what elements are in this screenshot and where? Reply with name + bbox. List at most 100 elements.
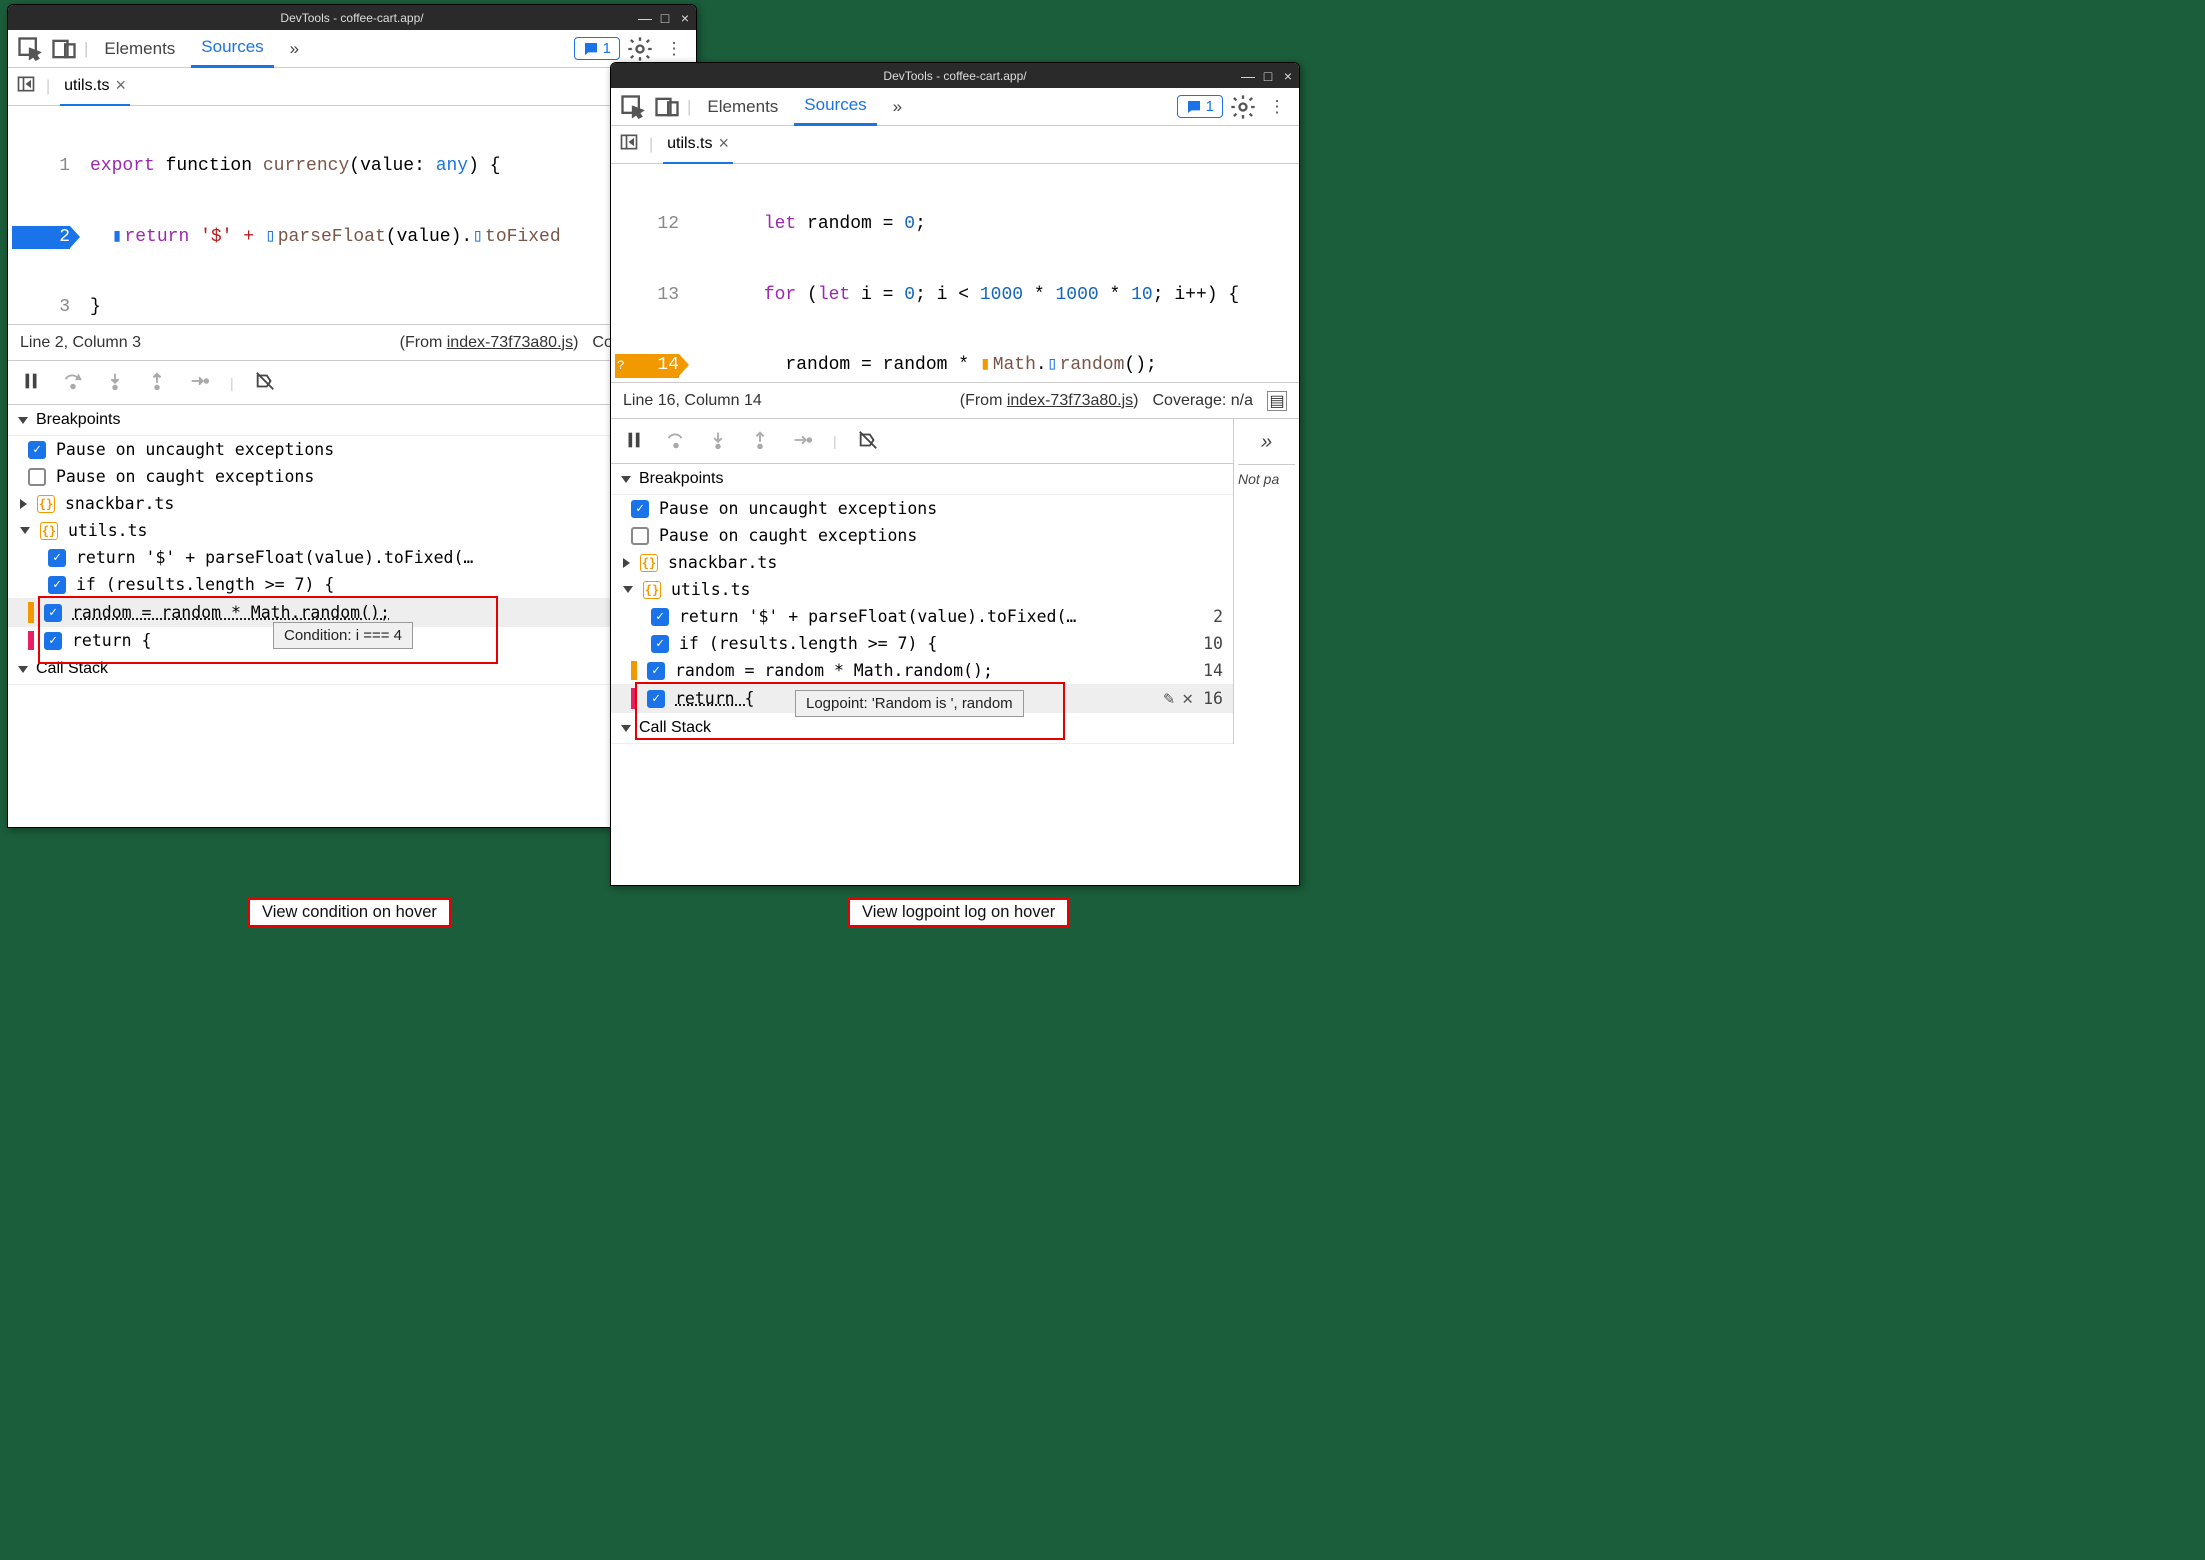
checkbox-icon[interactable] bbox=[631, 527, 649, 545]
status-bar: Line 16, Column 14 (From index-73f73a80.… bbox=[611, 382, 1299, 418]
breakpoint-row[interactable]: ✓ return '$' + parseFloat(value).toFixed… bbox=[611, 603, 1233, 630]
checkbox-icon[interactable]: ✓ bbox=[631, 500, 649, 518]
breakpoint-row[interactable]: ✓ random = random * Math.random(); 14 bbox=[611, 657, 1233, 684]
maximize-icon[interactable]: □ bbox=[1261, 68, 1275, 84]
edit-icon[interactable]: ✎ bbox=[1163, 688, 1174, 709]
inspect-icon[interactable] bbox=[619, 93, 647, 121]
maximize-icon[interactable]: □ bbox=[658, 10, 672, 26]
coverage-label: Coverage: n/a bbox=[1152, 392, 1253, 410]
messages-badge[interactable]: 1 bbox=[574, 37, 620, 60]
checkbox-icon[interactable]: ✓ bbox=[647, 662, 665, 680]
device-toggle-icon[interactable] bbox=[50, 35, 78, 63]
file-tab-utils[interactable]: utils.ts × bbox=[60, 67, 130, 106]
titlebar: DevTools - coffee-cart.app/ — □ × bbox=[611, 63, 1299, 88]
deactivate-breakpoints-icon[interactable] bbox=[857, 429, 879, 454]
nav-pane-icon[interactable] bbox=[16, 74, 36, 99]
tab-elements[interactable]: Elements bbox=[94, 31, 185, 67]
ts-file-icon: {} bbox=[640, 554, 658, 572]
messages-count: 1 bbox=[603, 40, 611, 57]
tab-sources[interactable]: Sources bbox=[794, 87, 876, 126]
tab-elements[interactable]: Elements bbox=[697, 89, 788, 125]
cursor-position: Line 2, Column 3 bbox=[20, 334, 141, 352]
file-tabs: | utils.ts × bbox=[8, 68, 696, 106]
file-group-snackbar[interactable]: {} snackbar.ts bbox=[8, 490, 696, 517]
titlebar: DevTools - coffee-cart.app/ — □ × bbox=[8, 5, 696, 30]
step-icon[interactable] bbox=[791, 429, 813, 454]
minimize-icon[interactable]: — bbox=[638, 10, 652, 26]
checkbox-icon[interactable] bbox=[28, 468, 46, 486]
tab-more[interactable]: » bbox=[883, 89, 912, 125]
debugger-toolbar: | bbox=[8, 360, 696, 404]
expand-sidebar-icon[interactable]: » bbox=[1238, 427, 1295, 458]
chevron-down-icon bbox=[20, 527, 30, 534]
ts-file-icon: {} bbox=[37, 495, 55, 513]
breakpoints-section-header[interactable]: Breakpoints bbox=[611, 464, 1233, 495]
step-over-icon[interactable] bbox=[62, 370, 84, 395]
main-tabs: | Elements Sources » 1 ⋮ bbox=[611, 88, 1299, 126]
checkbox-icon[interactable]: ✓ bbox=[28, 441, 46, 459]
pause-uncaught-row[interactable]: ✓ Pause on uncaught exceptions bbox=[611, 495, 1233, 522]
close-icon[interactable]: × bbox=[116, 75, 127, 96]
source-map-link[interactable]: index-73f73a80.js bbox=[1007, 392, 1133, 409]
step-icon[interactable] bbox=[188, 370, 210, 395]
close-icon[interactable]: × bbox=[678, 10, 692, 26]
step-into-icon[interactable] bbox=[707, 429, 729, 454]
file-tabs: | utils.ts × bbox=[611, 126, 1299, 164]
code-editor[interactable]: 1 2 3 4 5 6 7 8 9 export function curren… bbox=[8, 106, 696, 324]
step-out-icon[interactable] bbox=[146, 370, 168, 395]
debugger-panel: Breakpoints ✓ Pause on uncaught exceptio… bbox=[611, 463, 1233, 744]
file-group-utils[interactable]: {} utils.ts bbox=[611, 576, 1233, 603]
checkbox-icon[interactable]: ✓ bbox=[48, 576, 66, 594]
tab-sources[interactable]: Sources bbox=[191, 29, 273, 68]
code-editor[interactable]: 12 13 ?14 15 ‥16 17 18 19 20 let random … bbox=[611, 164, 1299, 382]
checkbox-icon[interactable]: ✓ bbox=[651, 635, 669, 653]
caption-right: View logpoint log on hover bbox=[848, 898, 1069, 927]
checkbox-icon[interactable]: ✓ bbox=[48, 549, 66, 567]
pause-icon[interactable] bbox=[20, 370, 42, 395]
source-map-link[interactable]: index-73f73a80.js bbox=[447, 334, 573, 351]
logpoint-tooltip: Logpoint: 'Random is ', random bbox=[795, 690, 1024, 717]
file-tab-utils[interactable]: utils.ts × bbox=[663, 125, 733, 164]
checkbox-icon[interactable]: ✓ bbox=[651, 608, 669, 626]
ts-file-icon: {} bbox=[643, 581, 661, 599]
gutter[interactable]: 12 13 ?14 15 ‥16 17 18 19 20 bbox=[611, 164, 687, 382]
deactivate-breakpoints-icon[interactable] bbox=[254, 370, 276, 395]
close-icon[interactable]: × bbox=[719, 133, 730, 154]
chevron-down-icon bbox=[18, 666, 28, 673]
file-group-utils[interactable]: {} utils.ts bbox=[8, 517, 696, 544]
devtools-window-2: DevTools - coffee-cart.app/ — □ × | Elem… bbox=[610, 62, 1300, 886]
settings-icon[interactable] bbox=[1229, 93, 1257, 121]
file-tab-label: utils.ts bbox=[667, 135, 712, 153]
breakpoint-row[interactable]: ✓ if (results.length >= 7) { 10 bbox=[611, 630, 1233, 657]
minimize-icon[interactable]: — bbox=[1241, 68, 1255, 84]
settings-icon[interactable] bbox=[626, 35, 654, 63]
nav-pane-icon[interactable] bbox=[619, 132, 639, 157]
gutter[interactable]: 1 2 3 4 5 6 7 8 9 bbox=[8, 106, 78, 324]
window-title: DevTools - coffee-cart.app/ bbox=[883, 69, 1026, 83]
pause-caught-row[interactable]: Pause on caught exceptions bbox=[8, 463, 696, 490]
close-icon[interactable]: × bbox=[1281, 68, 1295, 84]
file-group-snackbar[interactable]: {} snackbar.ts bbox=[611, 549, 1233, 576]
step-into-icon[interactable] bbox=[104, 370, 126, 395]
device-toggle-icon[interactable] bbox=[653, 93, 681, 121]
debugger-toolbar: | bbox=[611, 419, 1233, 463]
pause-caught-row[interactable]: Pause on caught exceptions bbox=[611, 522, 1233, 549]
step-out-icon[interactable] bbox=[749, 429, 771, 454]
coverage-toggle-icon[interactable]: ▤ bbox=[1267, 391, 1287, 411]
tab-more[interactable]: » bbox=[280, 31, 309, 67]
code-lines[interactable]: export function currency(value: any) { ▮… bbox=[78, 106, 576, 324]
pause-uncaught-row[interactable]: ✓ Pause on uncaught exceptions bbox=[8, 436, 696, 463]
delete-icon[interactable]: ✕ bbox=[1182, 688, 1193, 709]
pause-icon[interactable] bbox=[623, 429, 645, 454]
code-lines[interactable]: let random = 0; for (let i = 0; i < 1000… bbox=[687, 164, 1239, 382]
inspect-icon[interactable] bbox=[16, 35, 44, 63]
messages-badge[interactable]: 1 bbox=[1177, 95, 1223, 118]
breakpoint-row[interactable]: ✓ if (results.length >= 7) { 10 bbox=[8, 571, 696, 598]
breakpoint-row[interactable]: ✓ return '$' + parseFloat(value).toFixed… bbox=[8, 544, 696, 571]
chevron-right-icon bbox=[623, 558, 630, 568]
breakpoints-section-header[interactable]: Breakpoints bbox=[8, 405, 696, 436]
step-over-icon[interactable] bbox=[665, 429, 687, 454]
kebab-icon[interactable]: ⋮ bbox=[1263, 93, 1291, 121]
kebab-icon[interactable]: ⋮ bbox=[660, 35, 688, 63]
window-title: DevTools - coffee-cart.app/ bbox=[280, 11, 423, 25]
